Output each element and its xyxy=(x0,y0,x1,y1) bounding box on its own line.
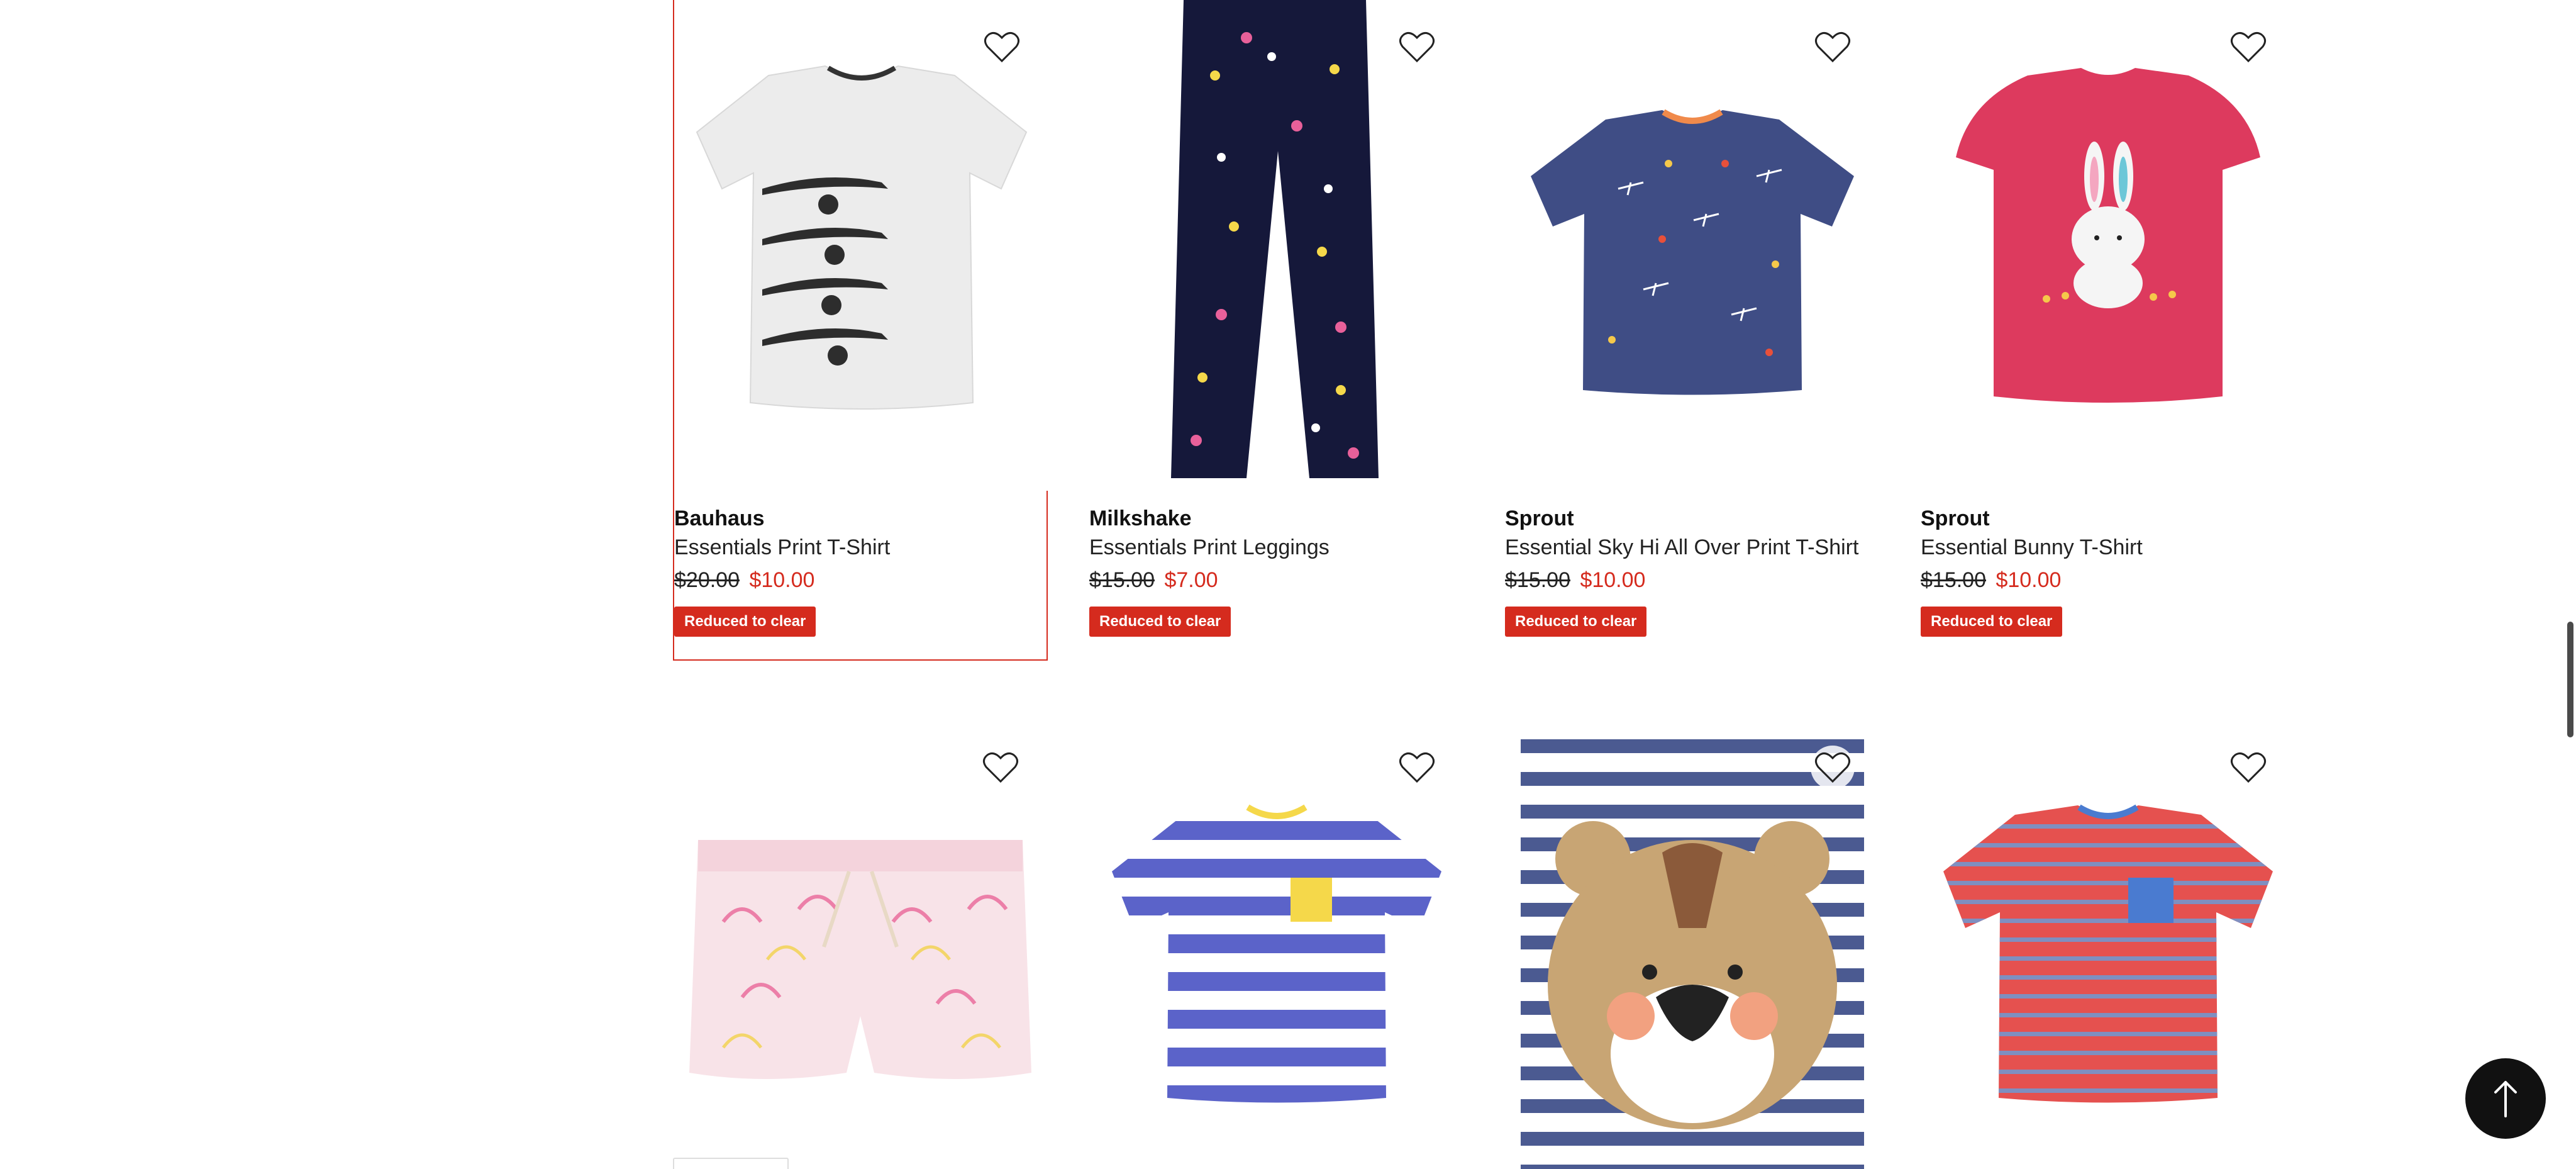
was-price: $15.00 xyxy=(1921,568,1986,592)
arrow-up-icon xyxy=(2494,1081,2517,1117)
page-scrollbar[interactable] xyxy=(2563,0,2576,1169)
product-card[interactable]: Sprout Essential Sky Hi All Over Print T… xyxy=(1505,0,1880,637)
product-prices: $15.00 $10.00 xyxy=(1921,564,2296,596)
product-image[interactable] xyxy=(1089,720,1464,1169)
reduced-badge: Reduced to clear xyxy=(674,607,816,637)
reduced-badge: Reduced to clear xyxy=(1505,607,1647,637)
tshirt-planes-icon xyxy=(1531,109,1854,395)
partial-badge xyxy=(673,1158,789,1169)
tshirt-bunny-icon xyxy=(1956,68,2260,403)
product-name[interactable]: Essentials Print Leggings xyxy=(1089,532,1464,562)
wishlist-button[interactable] xyxy=(1811,25,1855,69)
product-brand[interactable]: Sprout xyxy=(1921,505,2296,532)
product-prices: $15.00 $10.00 xyxy=(1505,564,1880,596)
product-brand[interactable]: Milkshake xyxy=(1089,505,1464,532)
product-card[interactable]: Milkshake Essentials Print Leggings $15.… xyxy=(1089,0,1464,637)
product-info: Milkshake Essentials Print Leggings $15.… xyxy=(1089,491,1464,637)
heart-outline-icon xyxy=(2231,31,2266,63)
product-image[interactable] xyxy=(1921,720,2296,1169)
tshirt-skateboard-icon xyxy=(696,65,1028,410)
was-price: $15.00 xyxy=(1089,568,1155,592)
product-prices: $15.00 $7.00 xyxy=(1089,564,1464,596)
product-info: Bauhaus Essentials Print T-Shirt $20.00 … xyxy=(674,491,1046,637)
product-card[interactable] xyxy=(673,720,1048,1169)
reduced-badge: Reduced to clear xyxy=(1921,607,2063,637)
wishlist-button[interactable] xyxy=(979,746,1023,790)
heart-outline-icon xyxy=(1399,31,1435,63)
product-name[interactable]: Essentials Print T-Shirt xyxy=(674,532,1046,562)
product-brand[interactable]: Bauhaus xyxy=(674,505,1046,532)
wishlist-button[interactable] xyxy=(1811,746,1855,790)
product-image[interactable] xyxy=(674,0,1049,491)
heart-outline-icon xyxy=(1399,752,1435,783)
product-name[interactable]: Essential Bunny T-Shirt xyxy=(1921,532,2296,562)
wishlist-button[interactable] xyxy=(1395,746,1439,790)
product-image[interactable] xyxy=(1505,720,1880,1169)
was-price: $15.00 xyxy=(1505,568,1570,592)
wishlist-button[interactable] xyxy=(2226,746,2270,790)
product-image[interactable] xyxy=(1921,0,2296,491)
product-info: Sprout Essential Bunny T-Shirt $15.00 $1… xyxy=(1921,491,2296,637)
product-image[interactable] xyxy=(1089,0,1464,491)
wishlist-button[interactable] xyxy=(2226,25,2270,69)
product-card[interactable]: Sprout Essential Bunny T-Shirt $15.00 $1… xyxy=(1921,0,2296,637)
product-card[interactable]: Bauhaus Essentials Print T-Shirt $20.00 … xyxy=(673,0,1049,661)
wishlist-button[interactable] xyxy=(980,25,1024,69)
now-price: $7.00 xyxy=(1164,568,1218,592)
scrollbar-thumb[interactable] xyxy=(2567,622,2573,737)
scroll-to-top-button[interactable] xyxy=(2465,1058,2546,1139)
product-card[interactable] xyxy=(1505,720,1880,1169)
product-prices: $20.00 $10.00 xyxy=(674,564,1046,596)
heart-outline-icon xyxy=(1815,31,1850,63)
product-listing-page: Bauhaus Essentials Print T-Shirt $20.00 … xyxy=(0,0,2576,1169)
product-name[interactable]: Essential Sky Hi All Over Print T-Shirt xyxy=(1505,532,1880,562)
now-price: $10.00 xyxy=(1580,568,1646,592)
now-price: $10.00 xyxy=(1996,568,2062,592)
heart-outline-icon xyxy=(1815,752,1850,783)
wishlist-button[interactable] xyxy=(1395,25,1439,69)
product-image[interactable] xyxy=(1505,0,1880,491)
product-image[interactable] xyxy=(673,720,1048,1169)
heart-outline-icon xyxy=(983,752,1018,783)
product-info: Sprout Essential Sky Hi All Over Print T… xyxy=(1505,491,1880,637)
was-price: $20.00 xyxy=(674,568,740,592)
now-price: $10.00 xyxy=(749,568,815,592)
heart-outline-icon xyxy=(984,31,1019,63)
product-card[interactable] xyxy=(1089,720,1464,1169)
product-card[interactable] xyxy=(1921,720,2296,1169)
reduced-badge: Reduced to clear xyxy=(1089,607,1231,637)
leggings-icon xyxy=(1171,0,1379,478)
product-brand[interactable]: Sprout xyxy=(1505,505,1880,532)
heart-outline-icon xyxy=(2231,752,2266,783)
